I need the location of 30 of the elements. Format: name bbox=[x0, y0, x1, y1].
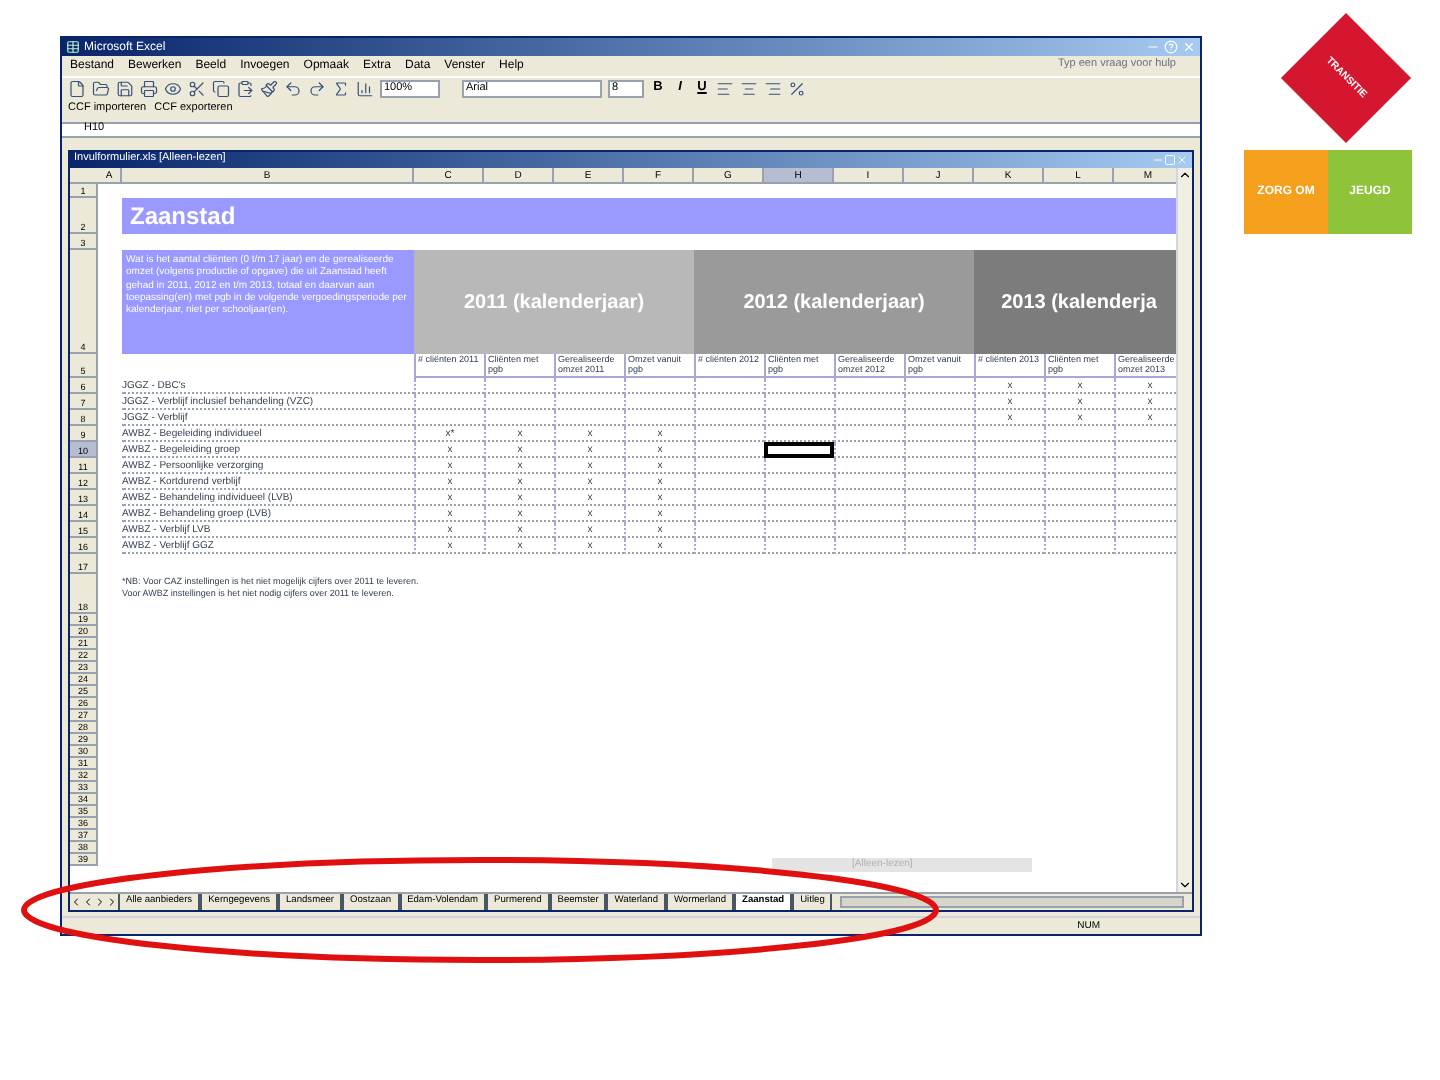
spreadsheet-icon bbox=[66, 40, 80, 54]
last-sheet-icon[interactable] bbox=[106, 896, 118, 908]
folder-icon[interactable] bbox=[92, 79, 110, 97]
sheet-title: Zaanstad bbox=[130, 204, 236, 228]
percent-icon[interactable] bbox=[788, 79, 806, 97]
redo-icon[interactable] bbox=[308, 79, 326, 97]
paste-icon[interactable] bbox=[236, 79, 254, 97]
preview-icon[interactable] bbox=[164, 79, 182, 97]
chart-icon[interactable] bbox=[356, 79, 374, 97]
copy-icon[interactable] bbox=[212, 79, 230, 97]
active-cell bbox=[764, 442, 834, 458]
next-sheet-icon[interactable] bbox=[94, 896, 106, 908]
year-header: 2013 (kalenderja bbox=[974, 250, 1176, 354]
year-header: 2011 (kalenderjaar) bbox=[414, 250, 694, 354]
printer-icon[interactable] bbox=[140, 79, 158, 97]
scroll-up-icon[interactable] bbox=[1178, 168, 1192, 182]
sigma-icon[interactable] bbox=[332, 79, 350, 97]
align-left-icon[interactable] bbox=[716, 79, 734, 97]
save-icon[interactable] bbox=[116, 79, 134, 97]
align-center-icon[interactable] bbox=[740, 79, 758, 97]
vertical-scrollbar[interactable] bbox=[1176, 168, 1192, 892]
undo-icon[interactable] bbox=[284, 79, 302, 97]
scroll-down-icon[interactable] bbox=[1178, 878, 1192, 892]
new-file-icon[interactable] bbox=[68, 79, 86, 97]
previous-sheet-icon[interactable] bbox=[82, 896, 94, 908]
align-right-icon[interactable] bbox=[764, 79, 782, 97]
paintbrush-icon[interactable] bbox=[260, 79, 278, 97]
scissors-icon[interactable] bbox=[188, 79, 206, 97]
first-sheet-icon[interactable] bbox=[70, 896, 82, 908]
year-header: 2012 (kalenderjaar) bbox=[694, 250, 974, 354]
